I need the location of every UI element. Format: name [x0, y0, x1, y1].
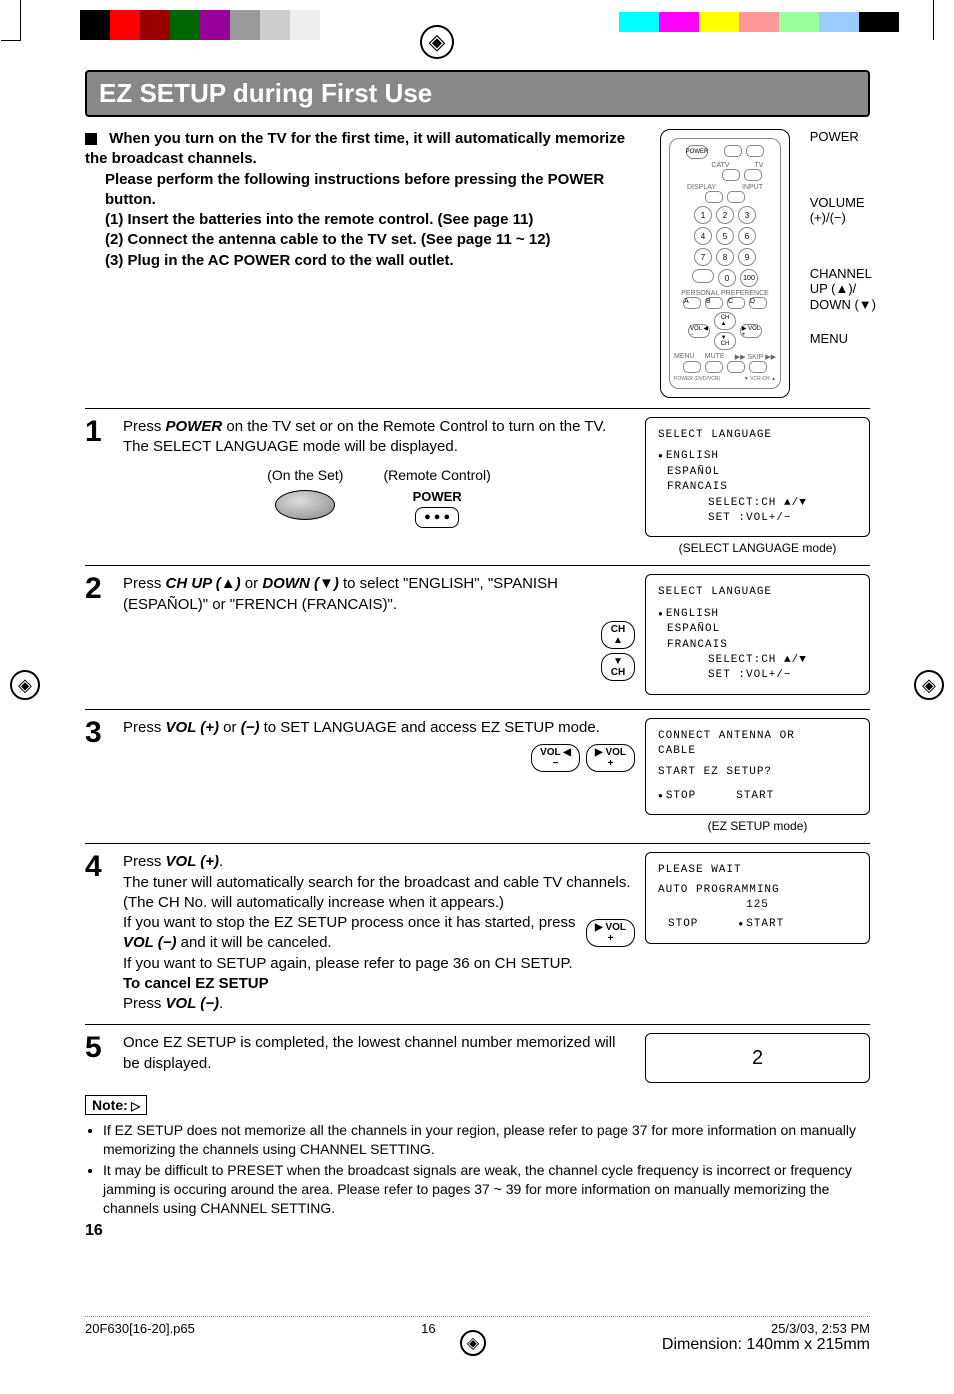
section-title: EZ SETUP during First Use — [89, 74, 866, 113]
step-5-body: Once EZ SETUP is completed, the lowest c… — [123, 1033, 635, 1083]
callout-channel: CHANNELUP (▲)/ DOWN (▼) — [810, 266, 876, 313]
step-3-body: Press VOL (+) or (−) to SET LANGUAGE and… — [123, 718, 635, 834]
num-3: 3 — [738, 206, 756, 224]
footer-date: 25/3/03, 2:53 PM — [662, 1321, 870, 1336]
step-1-body: Press POWER on the TV set or on the Remo… — [123, 417, 635, 555]
osd-caption-3: (EZ SETUP mode) — [645, 819, 870, 833]
tv-power-button-icon — [275, 490, 335, 520]
intro-text: When you turn on the TV for the first ti… — [85, 129, 650, 398]
registration-mark-right: ◈ — [914, 670, 944, 700]
pref-d: D — [749, 297, 767, 309]
menu-button — [683, 361, 701, 373]
power-button-icon: ● ● ● — [415, 507, 459, 528]
num-7: 7 — [694, 248, 712, 266]
footer-file: 20F630[16-20].p65 — [85, 1321, 195, 1354]
input-button — [727, 191, 745, 203]
dvd-button — [722, 169, 740, 181]
pref-a: A — [683, 297, 701, 309]
intro-item-3: (3) Plug in the AC POWER cord to the wal… — [105, 251, 650, 271]
skip2-button — [749, 361, 767, 373]
on-the-set-label: (On the Set) — [267, 466, 343, 485]
vol-minus-button: VOL ◀ − — [531, 744, 580, 772]
num-1: 1 — [694, 206, 712, 224]
notes-list: If EZ SETUP does not memorize all the ch… — [85, 1121, 870, 1217]
remote-control-diagram: POWER CATVTV DISPLAYINPUT 123 456 789 01… — [660, 129, 790, 398]
ch-down: ▼ CH — [714, 332, 736, 350]
personal-pref-label: PERSONAL PREFERENCE — [674, 290, 776, 297]
step-2-body: Press CH UP (▲) or DOWN (▼) to select "E… — [123, 574, 635, 698]
note-label: Note: — [85, 1095, 147, 1115]
num-6: 6 — [738, 227, 756, 245]
num-9: 9 — [738, 248, 756, 266]
num-0: 0 — [718, 269, 736, 287]
intro-line2: Please perform the following instruction… — [105, 170, 650, 211]
vol-plus: ▶ VOL + — [740, 324, 762, 338]
registration-mark-left: ◈ — [10, 670, 40, 700]
callout-menu: MENU — [810, 331, 876, 347]
footer: 20F630[16-20].p65 16 25/3/03, 2:53 PM Di… — [85, 1316, 870, 1354]
crop-color-bar-right — [619, 12, 899, 32]
mute-button — [705, 361, 723, 373]
step-4-body: Press VOL (+). The tuner will automatica… — [123, 852, 635, 1014]
crop-mark — [894, 0, 934, 40]
display-button — [705, 191, 723, 203]
power-label: POWER — [383, 488, 490, 506]
num-2: 2 — [716, 206, 734, 224]
osd-select-language-2: SELECT LANGUAGE ENGLISH ESPAÑOL FRANCAIS… — [645, 574, 870, 694]
step-number-4: 4 — [85, 852, 113, 1014]
page-number: 16 — [85, 1222, 870, 1240]
num-4: 4 — [694, 227, 712, 245]
remote-control-label: (Remote Control) — [383, 466, 490, 485]
num-5: 5 — [716, 227, 734, 245]
vol-plus-button-s4: ▶ VOL + — [586, 919, 635, 947]
osd-ez-setup: CONNECT ANTENNA OR CABLE START EZ SETUP?… — [645, 718, 870, 816]
step-number-2: 2 — [85, 574, 113, 698]
ch-up: CH ▲ — [714, 312, 736, 330]
vol-plus-button: ▶ VOL + — [586, 744, 635, 772]
step-number-3: 3 — [85, 718, 113, 834]
pref-b: B — [705, 297, 723, 309]
ch-up-button: CH ▲ — [601, 621, 635, 649]
osd-caption-1: (SELECT LANGUAGE mode) — [645, 541, 870, 555]
osd-select-language-1: SELECT LANGUAGE ENGLISH ESPAÑOL FRANCAIS… — [645, 417, 870, 537]
ch-down-button: ▼ CH — [601, 653, 635, 681]
intro-line1: When you turn on the TV for the first ti… — [85, 130, 625, 167]
note-item-2: It may be difficult to PRESET when the b… — [103, 1161, 870, 1218]
power-button: POWER — [686, 145, 708, 159]
flashback-button — [692, 269, 714, 283]
note-item-1: If EZ SETUP does not memorize all the ch… — [103, 1121, 870, 1159]
num-100: 100 — [740, 269, 758, 287]
section-title-box: EZ SETUP during First Use — [85, 70, 870, 117]
footer-page: 16 — [421, 1321, 435, 1354]
pref-c: C — [727, 297, 745, 309]
intro-item-1: (1) Insert the batteries into the remote… — [105, 210, 650, 230]
crop-mark — [20, 0, 60, 40]
catv-button — [724, 145, 742, 157]
tv-button — [746, 145, 764, 157]
registration-mark-top: ◈ — [420, 25, 454, 59]
osd-channel-display: 2 — [645, 1033, 870, 1083]
num-8: 8 — [716, 248, 734, 266]
skip-button — [727, 361, 745, 373]
callout-power: POWER — [810, 129, 876, 145]
bullet-square-icon — [85, 133, 97, 145]
osd-auto-programming: PLEASE WAIT AUTO PROGRAMMING 125 STOPSTA… — [645, 852, 870, 944]
cancel-heading: To cancel EZ SETUP — [123, 975, 269, 992]
step-number-1: 1 — [85, 417, 113, 555]
crop-color-bar-left — [80, 10, 320, 40]
step-number-5: 5 — [85, 1033, 113, 1083]
vcr-button — [744, 169, 762, 181]
intro-item-2: (2) Connect the antenna cable to the TV … — [105, 230, 650, 250]
vol-minus: VOL ◀ − — [688, 324, 710, 338]
callout-volume: VOLUME(+)/(−) — [810, 195, 876, 226]
footer-dimension: Dimension: 140mm x 215mm — [662, 1336, 870, 1354]
